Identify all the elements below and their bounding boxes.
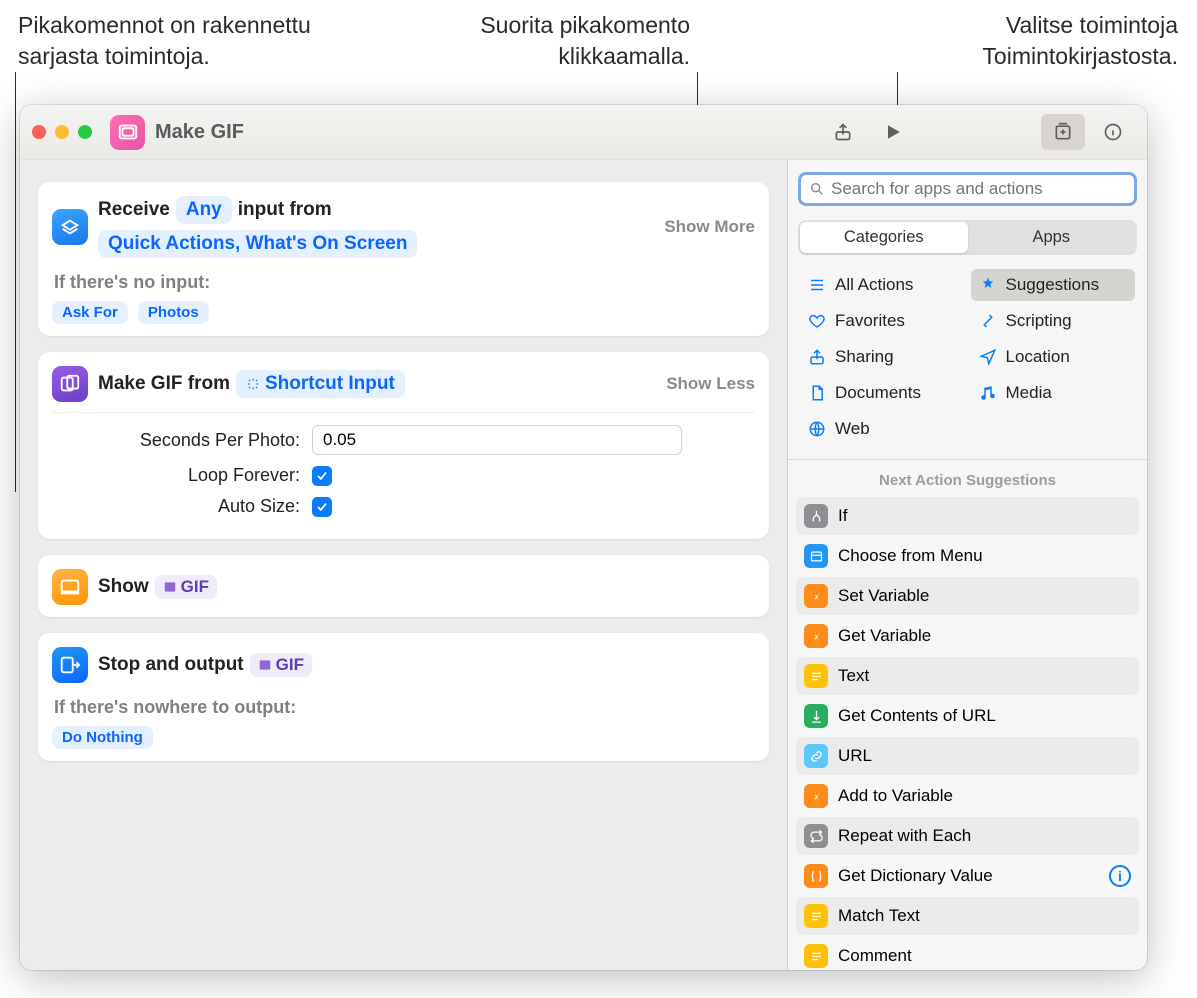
category-media[interactable]: Media	[971, 377, 1136, 409]
action-library-sidebar: Categories Apps All Actions Suggestions …	[787, 160, 1147, 970]
suggestions-header: Next Action Suggestions	[788, 460, 1147, 497]
variable-gif[interactable]: GIF	[250, 653, 312, 677]
show-icon	[52, 569, 88, 605]
variable-gif[interactable]: GIF	[155, 575, 217, 599]
minimize-window-button[interactable]	[55, 125, 69, 139]
details-button[interactable]	[1091, 114, 1135, 150]
token-any[interactable]: Any	[176, 196, 232, 224]
token-donothing[interactable]: Do Nothing	[52, 726, 153, 749]
token-shortcut-input[interactable]: Shortcut Input	[236, 370, 405, 398]
suggestion-if[interactable]: If	[796, 497, 1139, 535]
search-icon	[809, 181, 825, 197]
suggestion-match-text[interactable]: Match Text	[796, 897, 1139, 935]
suggestion-get-variable[interactable]: xGet Variable	[796, 617, 1139, 655]
token-photos[interactable]: Photos	[138, 301, 209, 324]
shortcuts-editor-window: Make GIF	[20, 105, 1147, 970]
window-controls	[32, 125, 92, 139]
close-window-button[interactable]	[32, 125, 46, 139]
gif-icon	[52, 366, 88, 402]
suggestion-add-to-variable[interactable]: xAdd to Variable	[796, 777, 1139, 815]
search-input[interactable]	[831, 179, 1126, 199]
suggestions-list: If Choose from Menu xSet Variable xGet V…	[788, 497, 1147, 970]
action-show-result[interactable]: Show GIF	[38, 555, 769, 617]
tab-apps[interactable]: Apps	[968, 222, 1136, 253]
label: Stop and output	[98, 654, 244, 676]
svg-text:x: x	[813, 591, 819, 601]
search-field[interactable]	[798, 172, 1137, 206]
category-grid: All Actions Suggestions Favorites Script…	[788, 257, 1147, 459]
segmented-control[interactable]: Categories Apps	[798, 220, 1137, 255]
suggestion-url[interactable]: URL	[796, 737, 1139, 775]
category-all-actions[interactable]: All Actions	[800, 269, 965, 301]
show-less-button[interactable]: Show Less	[666, 374, 755, 394]
token-source[interactable]: Quick Actions, What's On Screen	[98, 230, 417, 258]
callout-library: Valitse toimintoja Toimintokirjastosta.	[818, 10, 1178, 72]
nowhere-label: If there's nowhere to output:	[54, 697, 755, 718]
workflow-canvas[interactable]: Receive Any input from Quick Actions, Wh…	[20, 160, 787, 970]
suggestion-repeat-each[interactable]: Repeat with Each	[796, 817, 1139, 855]
category-suggestions[interactable]: Suggestions	[971, 269, 1136, 301]
suggestion-comment[interactable]: Comment	[796, 937, 1139, 970]
label: input from	[238, 199, 332, 221]
seconds-label: Seconds Per Photo:	[52, 430, 312, 451]
info-icon[interactable]: i	[1109, 865, 1131, 887]
tab-categories[interactable]: Categories	[800, 222, 968, 253]
action-make-gif[interactable]: Make GIF from Shortcut Input Show Less S…	[38, 352, 769, 539]
action-receive-input[interactable]: Receive Any input from Quick Actions, Wh…	[38, 182, 769, 336]
show-more-button[interactable]: Show More	[664, 217, 755, 237]
input-icon	[52, 209, 88, 245]
image-icon	[258, 658, 272, 672]
autosize-label: Auto Size:	[52, 496, 312, 517]
svg-text:x: x	[813, 631, 819, 641]
callout-run: Suorita pikakomento klikkaamalla.	[420, 10, 690, 72]
loop-label: Loop Forever:	[52, 465, 312, 486]
seconds-input[interactable]	[312, 425, 682, 455]
category-location[interactable]: Location	[971, 341, 1136, 373]
no-input-label: If there's no input:	[54, 272, 755, 293]
action-library-button[interactable]	[1041, 114, 1085, 150]
callout-left: Pikakomennot on rakennettu sarjasta toim…	[18, 10, 368, 72]
label: Make GIF from	[98, 373, 230, 395]
category-web[interactable]: Web	[800, 413, 965, 445]
share-button[interactable]	[821, 114, 865, 150]
suggestion-choose-menu[interactable]: Choose from Menu	[796, 537, 1139, 575]
token-askfor[interactable]: Ask For	[52, 301, 128, 324]
label: Receive	[98, 199, 170, 221]
category-favorites[interactable]: Favorites	[800, 305, 965, 337]
svg-text:x: x	[813, 791, 819, 801]
autosize-checkbox[interactable]	[312, 497, 332, 517]
run-button[interactable]	[871, 114, 915, 150]
suggestion-get-url-contents[interactable]: Get Contents of URL	[796, 697, 1139, 735]
exit-icon	[52, 647, 88, 683]
category-sharing[interactable]: Sharing	[800, 341, 965, 373]
image-icon	[163, 580, 177, 594]
category-scripting[interactable]: Scripting	[971, 305, 1136, 337]
suggestion-set-variable[interactable]: xSet Variable	[796, 577, 1139, 615]
shortcut-title[interactable]: Make GIF	[155, 121, 821, 144]
magic-wand-icon	[246, 377, 260, 391]
suggestion-text[interactable]: Text	[796, 657, 1139, 695]
suggestion-get-dictionary-value[interactable]: Get Dictionary Valuei	[796, 857, 1139, 895]
fullscreen-window-button[interactable]	[78, 125, 92, 139]
action-stop-output[interactable]: Stop and output GIF If there's nowhere t…	[38, 633, 769, 761]
loop-checkbox[interactable]	[312, 466, 332, 486]
label: Show	[98, 576, 149, 598]
titlebar: Make GIF	[20, 105, 1147, 160]
category-documents[interactable]: Documents	[800, 377, 965, 409]
shortcut-icon	[110, 115, 145, 150]
